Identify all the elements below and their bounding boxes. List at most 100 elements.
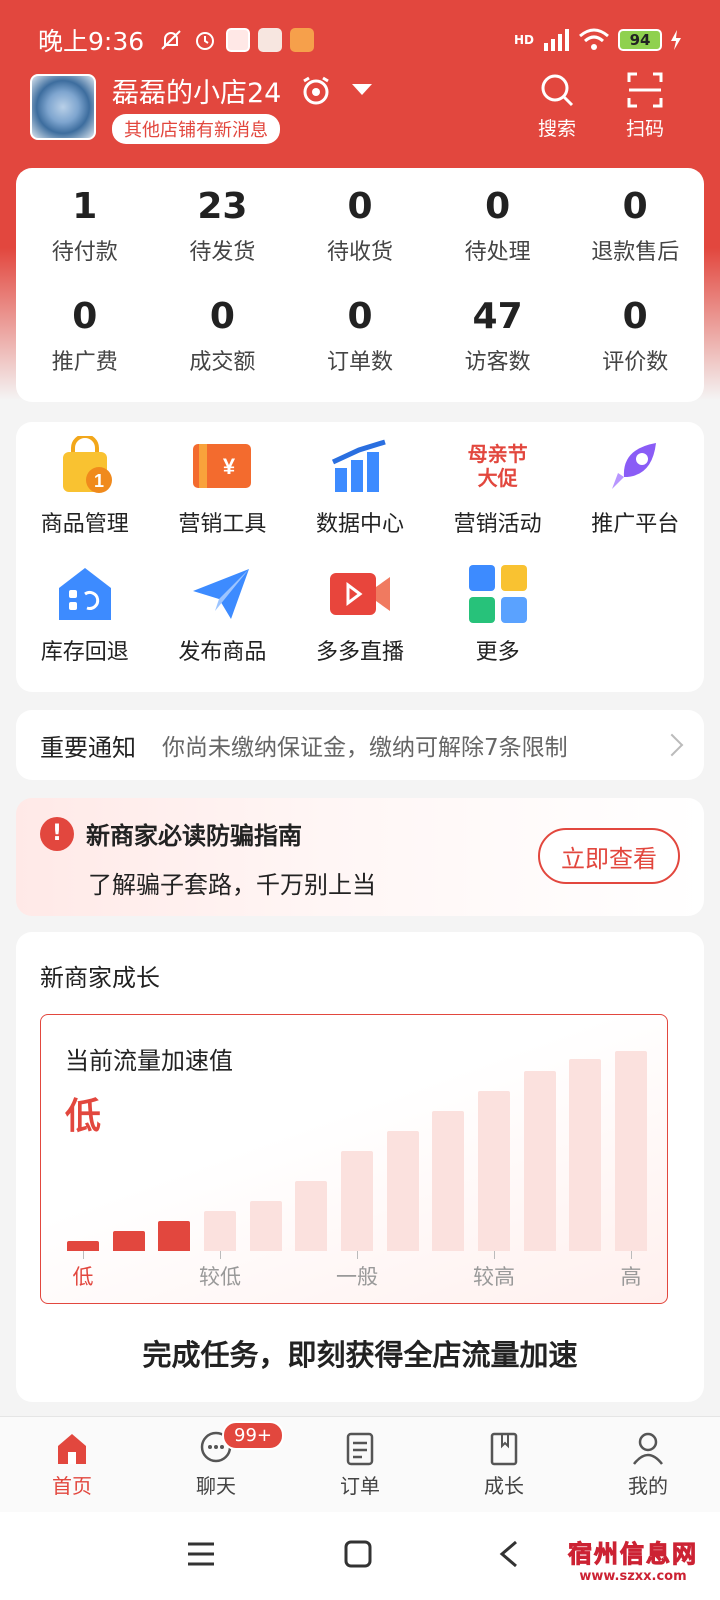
shop-name-row[interactable]: 磊磊的小店24 (112, 71, 373, 110)
axis-level-label: 低 (72, 1265, 94, 1289)
axis-level-label: 一般 (336, 1265, 378, 1289)
tool-marketing-tools[interactable]: ¥ 营销工具 (154, 434, 292, 562)
status-left: 晚上9:36 (38, 22, 315, 58)
stat-label: 待处理 (464, 240, 531, 265)
tool-label: 发布商品 (178, 640, 267, 665)
traffic-bar (112, 1231, 145, 1251)
promo-line-2: 大促 (477, 466, 518, 490)
stat-item[interactable]: 0 订单数 (291, 292, 429, 402)
stat-label: 待收货 (326, 240, 393, 265)
tool-live-stream[interactable]: 多多直播 (291, 562, 429, 690)
search-icon (541, 74, 574, 107)
status-right: HD 94 (514, 28, 682, 52)
traffic-bar (341, 1151, 373, 1251)
traffic-bar (615, 1051, 647, 1251)
traffic-bars (67, 1041, 647, 1251)
tool-label: 库存回退 (40, 640, 129, 665)
tool-label: 数据中心 (315, 512, 404, 537)
scan-label: 扫码 (626, 118, 665, 140)
menu-icon[interactable] (186, 1540, 216, 1568)
chevron-down-icon[interactable] (351, 83, 373, 97)
shop-info: 磊磊的小店24 其他店铺有新消息 (112, 71, 373, 144)
notice-text: 你尚未缴纳保证金，缴纳可解除7条限制 (162, 735, 568, 761)
tool-product-management[interactable]: 1 商品管理 (16, 434, 154, 562)
tool-inventory-return[interactable]: 库存回退 (16, 562, 154, 690)
tab-profile[interactable]: 我的 (576, 1417, 720, 1512)
bar-chart-icon (328, 434, 392, 498)
stat-item[interactable]: 0 待处理 (429, 182, 567, 292)
search-button[interactable]: 搜索 (538, 72, 576, 141)
tab-home[interactable]: 首页 (0, 1417, 144, 1512)
paper-plane-icon (190, 562, 254, 626)
back-icon[interactable] (498, 1540, 520, 1568)
order-stats-card: 1 待付款 23 待发货 0 待收货 0 待处理 0 退款售后 0 推广费 0 成交额 0 订单数 47 访客数 0… (16, 168, 704, 402)
other-shops-news-pill[interactable]: 其他店铺有新消息 (112, 113, 280, 144)
watermark-main: 宿州信息网 (568, 1540, 698, 1569)
tool-publish-product[interactable]: 发布商品 (154, 562, 292, 690)
traffic-bar (67, 1241, 99, 1251)
tool-marketing-activity[interactable]: 母亲节 大促 营销活动 (429, 434, 567, 562)
shop-switch-icon[interactable] (299, 75, 333, 105)
stat-label: 推广费 (51, 350, 118, 375)
stat-item[interactable]: 47 访客数 (429, 292, 567, 402)
status-bar: 晚上9:36 HD 94 (0, 0, 720, 80)
guide-title: 新商家必读防骗指南 (86, 822, 302, 850)
more-apps-icon (466, 562, 530, 626)
tab-chat[interactable]: 聊天 99+ (144, 1417, 288, 1512)
traffic-bar (478, 1091, 510, 1251)
stats-grid: 1 待付款 23 待发货 0 待收货 0 待处理 0 退款售后 0 推广费 0 成交额 0 订单数 47 访客数 0… (16, 168, 704, 402)
traffic-bar (158, 1221, 191, 1251)
traffic-boost-panel[interactable]: 当前流量加速值 低 低较低 一般 较高高 (40, 1014, 668, 1304)
traffic-bar (523, 1071, 556, 1251)
tool-data-center[interactable]: 数据中心 (291, 434, 429, 562)
tab-label: 首页 (52, 1474, 92, 1498)
scan-button[interactable]: 扫码 (626, 72, 664, 141)
stat-item[interactable]: 0 评价数 (566, 292, 704, 402)
view-now-button[interactable]: 立即查看 (538, 828, 680, 884)
app-notification-icon (258, 28, 283, 52)
axis-tick (631, 1251, 632, 1259)
tool-more[interactable]: 更多 (429, 562, 567, 690)
stat-value: 0 (347, 186, 373, 227)
search-label: 搜索 (538, 118, 577, 140)
traffic-bar (386, 1131, 419, 1251)
axis-tick (220, 1251, 221, 1259)
tab-growth[interactable]: 成长 (432, 1417, 576, 1512)
tool-label: 营销活动 (453, 512, 542, 537)
stat-item[interactable]: 0 待收货 (291, 182, 429, 292)
stat-item[interactable]: 0 推广费 (16, 292, 154, 402)
growth-book-icon (490, 1432, 518, 1466)
shop-avatar[interactable] (30, 74, 96, 140)
tool-label: 商品管理 (40, 512, 129, 537)
profile-icon (633, 1432, 663, 1465)
stat-item[interactable]: 0 成交额 (154, 292, 292, 402)
stat-item[interactable]: 1 待付款 (16, 182, 154, 292)
stat-item[interactable]: 0 退款售后 (566, 182, 704, 292)
wifi-icon (579, 28, 609, 50)
tab-orders[interactable]: 订单 (288, 1417, 432, 1512)
important-notice-bar[interactable]: 重要通知 你尚未缴纳保证金，缴纳可解除7条限制 (16, 710, 704, 780)
anti-fraud-guide-card: ! 新商家必读防骗指南 了解骗子套路，千万别上当 立即查看 (16, 798, 704, 916)
stat-label: 评价数 (602, 350, 669, 375)
app-notification-icon (226, 28, 251, 52)
stat-value: 0 (347, 296, 373, 337)
home-icon (58, 1434, 86, 1464)
traffic-bar (432, 1111, 465, 1251)
stat-item[interactable]: 23 待发货 (154, 182, 292, 292)
network-tag: HD (513, 33, 534, 47)
app-notification-icon (290, 28, 315, 52)
svg-text:¥: ¥ (223, 454, 236, 479)
tools-grid: 1 商品管理 ¥ 营销工具 数据中心 母亲节 大促 营销活动 推广平台 库存回退… (16, 422, 704, 690)
home-square-icon[interactable] (344, 1540, 372, 1568)
tab-label: 聊天 (196, 1474, 236, 1498)
system-navigation-bar: 宿州信息网 www.szxx.com (0, 1512, 720, 1600)
axis-level-label: 高 (620, 1265, 642, 1289)
tool-promotion-platform[interactable]: 推广平台 (566, 434, 704, 562)
traffic-bar (249, 1201, 282, 1251)
status-notification-icons (158, 27, 315, 53)
status-time: 晚上9:36 (38, 27, 145, 56)
axis-tick (357, 1251, 358, 1259)
stat-label: 待发货 (189, 240, 256, 265)
tool-label: 推广平台 (591, 512, 680, 537)
stat-value: 0 (72, 296, 98, 337)
